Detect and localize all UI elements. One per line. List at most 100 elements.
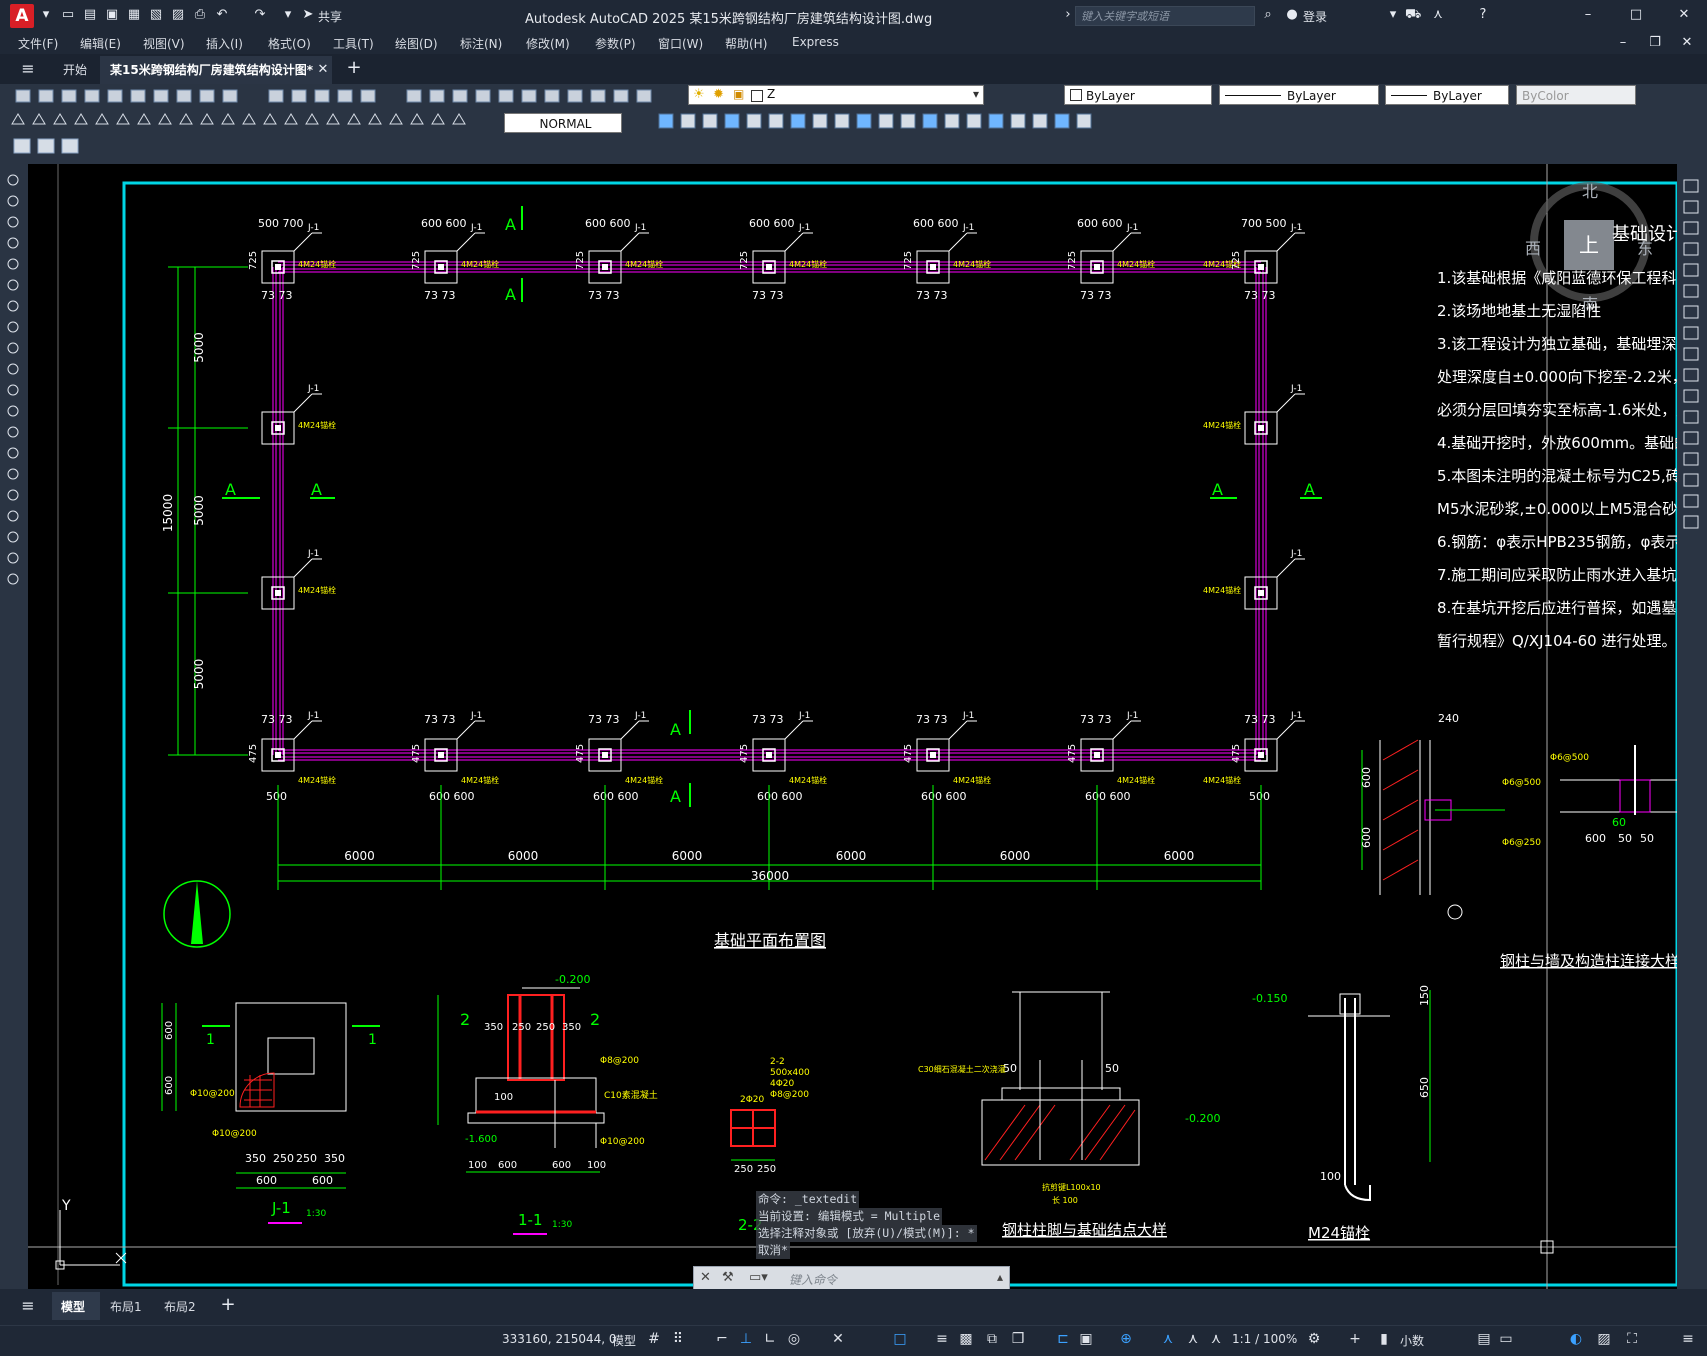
customize-menu-icon[interactable]: ≡ (1680, 1331, 1696, 1347)
tab-active-document[interactable]: 某15米跨钢结构厂房建筑结构设计图* (100, 56, 332, 84)
save-as-icon[interactable]: ▦ (126, 7, 142, 23)
gear-icon[interactable]: ⚙ (1306, 1331, 1322, 1347)
app-logo-button[interactable]: A (10, 4, 34, 28)
menu-help[interactable]: 帮助(H) (725, 35, 767, 52)
redo-icon[interactable]: ↷ (252, 7, 268, 23)
svg-text:250: 250 (273, 1152, 294, 1165)
tab-layout1[interactable]: 布局1 (110, 1298, 142, 1315)
units-icon[interactable]: ▮ (1376, 1331, 1392, 1347)
user-icon[interactable]: ● (1284, 7, 1300, 23)
dimstyle-combo[interactable]: NORMAL (504, 113, 622, 133)
open-web-icon[interactable]: ▧ (148, 7, 164, 23)
menu-format[interactable]: 格式(O) (268, 35, 311, 52)
plus-icon[interactable]: + (1347, 1331, 1363, 1347)
ortho-icon[interactable]: ∟ (762, 1331, 778, 1347)
isodraft-icon[interactable]: ✕ (830, 1331, 846, 1347)
clean-screen-icon[interactable]: ⛶ (1624, 1331, 1640, 1347)
layout-menu-icon[interactable]: ≡ (20, 1298, 36, 1314)
gizmo-icon[interactable]: ▣ (1078, 1331, 1094, 1347)
tab-layout2[interactable]: 布局2 (164, 1298, 196, 1315)
add-layout-plus-icon[interactable]: + (220, 1296, 236, 1314)
draw-tool-icons[interactable] (4, 168, 26, 628)
new-icon[interactable]: ▭ (60, 7, 76, 23)
doc-close-icon[interactable]: ✕ (1679, 35, 1695, 51)
annotation-scale-icon[interactable]: ⋏ (1208, 1331, 1224, 1347)
plotstyle-combo[interactable]: ByColor (1516, 85, 1636, 105)
save-web-icon[interactable]: ▨ (170, 7, 186, 23)
color-combo[interactable]: ByLayer (1064, 85, 1212, 105)
coordinate-readout[interactable]: 333160, 215044, 0 (502, 1332, 617, 1346)
selection-cycling-icon[interactable]: ⧉ (984, 1331, 1000, 1347)
hamburger-menu-icon[interactable]: ≡ (20, 61, 36, 77)
quick-properties-icon[interactable]: ▤ (1476, 1331, 1492, 1347)
model-space-toggle[interactable]: 模型 (612, 1332, 636, 1349)
lineweight-icon[interactable]: ≡ (934, 1331, 950, 1347)
doc-restore-icon[interactable]: ❐ (1647, 35, 1663, 51)
transparency-icon[interactable]: ▩ (958, 1331, 974, 1347)
units-value[interactable]: 小数 (1400, 1332, 1424, 1349)
login-chevron-icon[interactable]: ▾ (1385, 7, 1401, 23)
menu-tools[interactable]: 工具(T) (333, 35, 374, 52)
customize-chevron-icon[interactable]: ▾ (280, 7, 296, 23)
polar-icon[interactable]: ◎ (786, 1331, 802, 1347)
minimize-icon[interactable]: – (1580, 7, 1596, 23)
menu-edit[interactable]: 编辑(E) (80, 35, 121, 52)
share-label[interactable]: 共享 (318, 8, 342, 25)
3d-osnap-icon[interactable]: ❒ (1010, 1331, 1026, 1347)
search-icon[interactable]: ⌕ (1260, 7, 1276, 23)
maximize-icon[interactable]: □ (1628, 7, 1644, 23)
menu-file[interactable]: 文件(F) (18, 35, 58, 52)
annotation-scale-value[interactable]: 1:1 / 100% (1232, 1332, 1297, 1346)
app-menu-chevron-icon[interactable]: ▾ (38, 7, 54, 23)
new-tab-plus-icon[interactable]: + (346, 59, 362, 77)
menu-dimension[interactable]: 标注(N) (460, 35, 502, 52)
close-icon[interactable]: ✕ (1676, 7, 1692, 23)
snap-icon[interactable]: ⠿ (670, 1331, 686, 1347)
layer-combo[interactable]: ☀ ✹ ▣ Z ▾ (688, 85, 984, 105)
annotation-visibility-icon[interactable]: ⋏ (1160, 1331, 1176, 1347)
open-folder-icon[interactable]: ▤ (82, 7, 98, 23)
print-icon[interactable]: ⎙ (192, 7, 208, 23)
lineweight-combo[interactable]: ByLayer (1385, 85, 1509, 105)
wrench-icon[interactable]: ⚒ (722, 1270, 734, 1285)
save-icon[interactable]: ▣ (104, 7, 120, 23)
menu-express[interactable]: Express (792, 35, 839, 49)
ucs-dynamic-icon[interactable]: ⊏ (1055, 1331, 1071, 1347)
menu-draw[interactable]: 绘图(D) (395, 35, 438, 52)
menu-parameter[interactable]: 参数(P) (595, 35, 636, 52)
hardware-acceleration-icon[interactable]: ▨ (1596, 1331, 1612, 1347)
help-icon[interactable]: ? (1475, 7, 1491, 23)
menu-window[interactable]: 窗口(W) (658, 35, 703, 52)
undo-icon[interactable]: ↶ (214, 7, 230, 23)
help-search-input[interactable]: 键入关键字或短语 (1075, 6, 1255, 26)
modify-tool-icons[interactable] (1680, 176, 1704, 566)
drawing-canvas[interactable]: J-1 4M24锚栓 J-1 4M24锚栓 J-1 4M24锚栓 J-1 4M24锚栓 J-1 4… (28, 164, 1677, 1289)
login-label[interactable]: 登录 (1303, 8, 1327, 25)
dynamic-input-icon[interactable]: ⊥ (738, 1331, 754, 1347)
close-command-icon[interactable]: ✕ (700, 1270, 711, 1285)
grid-icon[interactable]: # (646, 1331, 662, 1347)
doc-minimize-icon[interactable]: – (1615, 35, 1631, 51)
isolate-objects-icon[interactable]: ◐ (1568, 1331, 1584, 1347)
command-prompt-icon[interactable]: ▭▾ (749, 1270, 768, 1285)
menu-modify[interactable]: 修改(M) (526, 35, 570, 52)
menu-view[interactable]: 视图(V) (143, 35, 185, 52)
command-input[interactable]: ✕ ⚒ ▭▾ 键入命令 ▴ (693, 1266, 1010, 1290)
share-icon[interactable]: ➤ (300, 7, 316, 23)
cart-icon[interactable]: ⛟ (1405, 7, 1421, 23)
tab-model[interactable]: 模型 (61, 1298, 85, 1315)
auto-scale-icon[interactable]: ⋏ (1185, 1331, 1201, 1347)
chevron-up-icon[interactable]: ▴ (997, 1270, 1003, 1284)
tab-start[interactable]: 开始 (63, 61, 87, 78)
annotation-monitor-icon[interactable]: ⊕ (1118, 1331, 1134, 1347)
tab-close-icon[interactable]: ✕ (315, 62, 331, 78)
lock-ui-icon[interactable]: ▭ (1498, 1331, 1514, 1347)
object-snap-icon[interactable]: □ (892, 1331, 908, 1347)
infer-constraints-icon[interactable]: ⌐ (714, 1331, 730, 1347)
autodesk-app-icon[interactable]: ⋏ (1430, 7, 1446, 23)
linetype-combo[interactable]: ByLayer (1219, 85, 1379, 105)
svg-text:J-1: J-1 (307, 223, 319, 233)
menu-insert[interactable]: 插入(I) (206, 35, 243, 52)
viewcube[interactable]: 上 北 南 西 东 (1525, 182, 1653, 314)
note-8: 8.在基坑开挖后应进行普探，如遇墓穴、 (1437, 599, 1677, 617)
